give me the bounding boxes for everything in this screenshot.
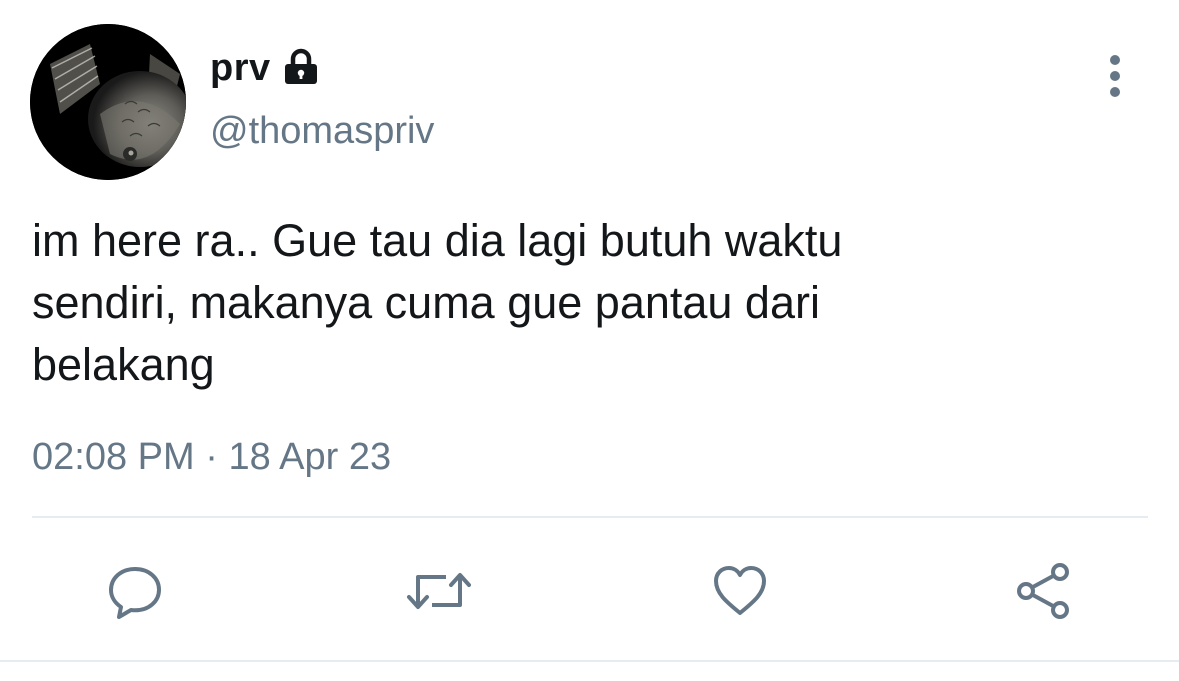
lock-icon [279,46,323,90]
tweet-text-line: sendiri, makanya cuma gue pantau dari [32,277,820,328]
user-handle[interactable]: @thomaspriv [210,110,434,153]
author-name-row: prv [210,44,323,92]
tweet-timestamp: 02:08 PM · 18 Apr 23 [32,436,391,479]
meta-separator: · [205,436,218,478]
tweet-date: 18 Apr 23 [228,436,392,478]
more-vertical-icon[interactable] [1097,52,1133,100]
avatar[interactable] [30,24,186,180]
bottom-divider [0,660,1179,662]
tweet-card: prv @thomaspriv im here ra.. Gue tau dia… [0,0,1179,681]
tweet-text: im here ra.. Gue tau dia lagi butuh wakt… [32,210,1032,396]
tweet-text-line: im here ra.. Gue tau dia lagi butuh wakt… [32,215,843,266]
tweet-text-line: belakang [32,339,215,390]
divider [32,516,1148,518]
tweet-time: 02:08 PM [32,436,195,478]
retweet-icon[interactable] [404,556,474,626]
share-icon[interactable] [1008,556,1078,626]
like-icon[interactable] [705,556,775,626]
action-bar [0,556,1179,626]
display-name[interactable]: prv [210,47,271,90]
reply-icon[interactable] [100,556,170,626]
